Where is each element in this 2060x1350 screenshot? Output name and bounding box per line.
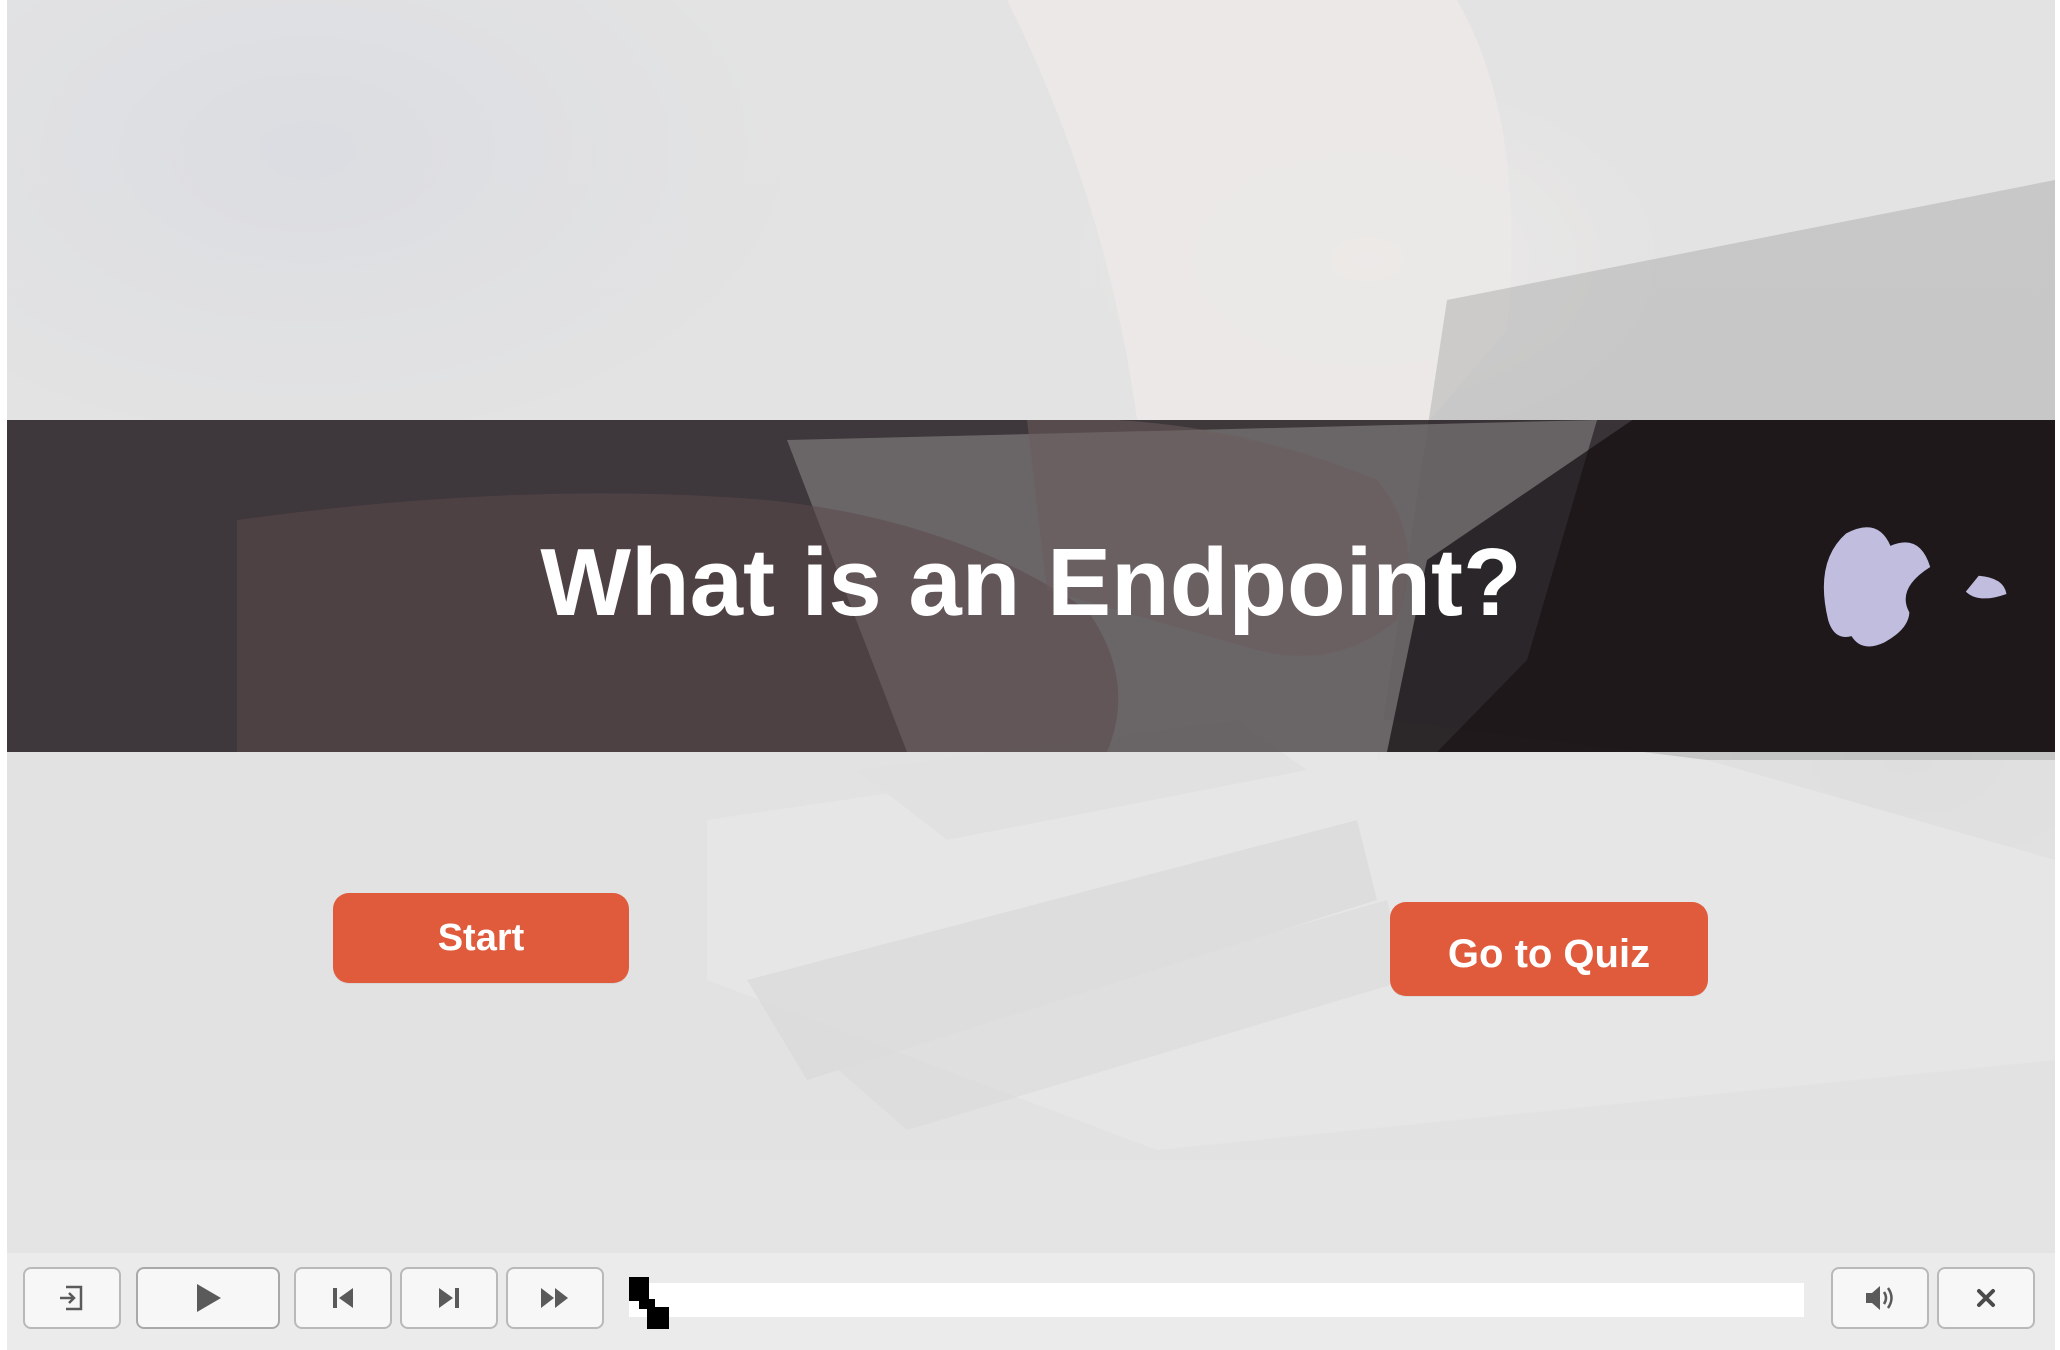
go-to-quiz-button[interactable]: Go to Quiz (1390, 902, 1708, 996)
volume-button[interactable] (1831, 1267, 1929, 1329)
player-control-bar (7, 1253, 2055, 1350)
close-icon (1977, 1289, 1995, 1307)
close-button[interactable] (1937, 1267, 2035, 1329)
exit-button[interactable] (23, 1267, 121, 1329)
progress-scrubber-handle[interactable] (629, 1277, 673, 1329)
exit-icon (60, 1285, 83, 1311)
player-window: What is an Endpoint? Start Go to Quiz (0, 0, 2060, 1350)
slide-title: What is an Endpoint? (540, 529, 1522, 636)
skip-forward-icon (439, 1288, 459, 1308)
play-icon (197, 1284, 221, 1312)
next-button[interactable] (400, 1267, 498, 1329)
fast-forward-icon (541, 1288, 568, 1308)
skip-back-icon (333, 1288, 353, 1308)
fast-forward-button[interactable] (506, 1267, 604, 1329)
title-band: What is an Endpoint? (7, 420, 2055, 752)
progress-bar[interactable] (629, 1283, 1804, 1317)
start-button[interactable]: Start (333, 893, 629, 983)
slide-canvas: What is an Endpoint? Start Go to Quiz (7, 0, 2055, 1253)
volume-icon (1866, 1286, 1893, 1310)
previous-button[interactable] (294, 1267, 392, 1329)
play-button[interactable] (136, 1267, 280, 1329)
